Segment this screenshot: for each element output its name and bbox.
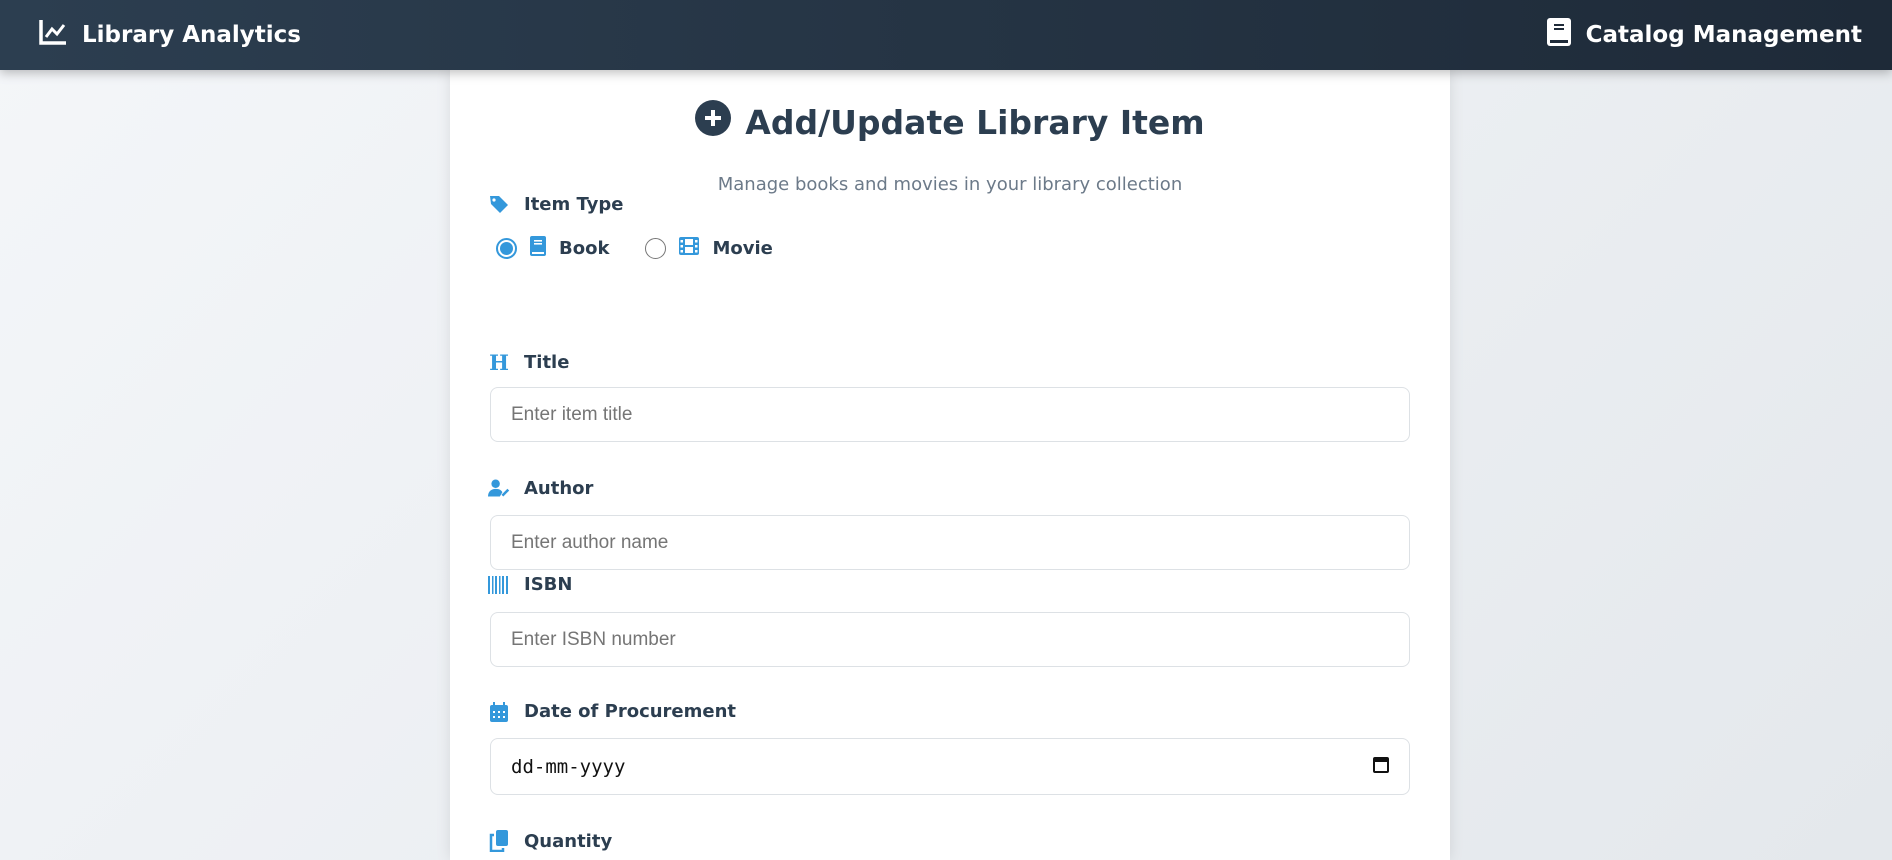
- title-input[interactable]: Enter item title: [490, 387, 1410, 442]
- isbn-label-text: ISBN: [524, 574, 573, 595]
- isbn-input[interactable]: Enter ISBN number: [490, 612, 1410, 667]
- radio-book-input[interactable]: [496, 238, 517, 259]
- radio-movie-label: Movie: [712, 238, 773, 259]
- calendar-icon: [488, 701, 510, 722]
- heading-icon: H: [489, 350, 509, 375]
- quantity-label: Quantity: [488, 830, 612, 852]
- tag-icon: [488, 195, 510, 215]
- book-icon: [1546, 17, 1572, 53]
- radio-movie[interactable]: Movie: [645, 236, 773, 261]
- author-label-text: Author: [524, 477, 594, 499]
- title-label: H Title: [488, 350, 569, 375]
- item-type-label-text: Item Type: [524, 194, 624, 215]
- brand-link[interactable]: Library Analytics: [38, 0, 301, 70]
- date-label: Date of Procurement: [488, 701, 736, 722]
- book-icon: [529, 235, 547, 262]
- calendar-picker-icon[interactable]: [1373, 755, 1389, 778]
- film-icon: [678, 236, 700, 261]
- date-input[interactable]: dd-mm-yyyy: [490, 738, 1410, 795]
- author-label: Author: [488, 477, 593, 499]
- page-title: Add/Update Library Item: [450, 100, 1450, 144]
- item-form-card: Add/Update Library Item Manage books and…: [450, 70, 1450, 860]
- date-input-placeholder: dd-mm-yyyy: [511, 755, 626, 778]
- item-type-radio-group: Book Movie: [496, 235, 809, 262]
- item-type-label: Item Type: [488, 194, 624, 215]
- radio-book-label: Book: [559, 238, 610, 259]
- plus-circle-icon: [695, 100, 732, 144]
- barcode-icon: [488, 575, 510, 594]
- user-pen-icon: [488, 477, 510, 499]
- catalog-management-label: Catalog Management: [1585, 22, 1862, 48]
- brand-title: Library Analytics: [82, 22, 301, 48]
- page-title-text: Add/Update Library Item: [745, 102, 1205, 142]
- page-subtitle: Manage books and movies in your library …: [717, 174, 1183, 195]
- title-label-text: Title: [524, 352, 570, 373]
- top-navbar: Library Analytics Catalog Management: [0, 0, 1892, 70]
- author-input[interactable]: Enter author name: [490, 515, 1410, 570]
- chart-line-icon: [38, 18, 68, 52]
- quantity-label-text: Quantity: [524, 830, 613, 852]
- radio-book[interactable]: Book: [496, 235, 609, 262]
- date-label-text: Date of Procurement: [524, 701, 737, 722]
- radio-movie-input[interactable]: [645, 238, 667, 259]
- isbn-label: ISBN: [488, 574, 572, 595]
- copy-icon: [488, 830, 510, 852]
- catalog-management-link[interactable]: Catalog Management: [1546, 0, 1862, 70]
